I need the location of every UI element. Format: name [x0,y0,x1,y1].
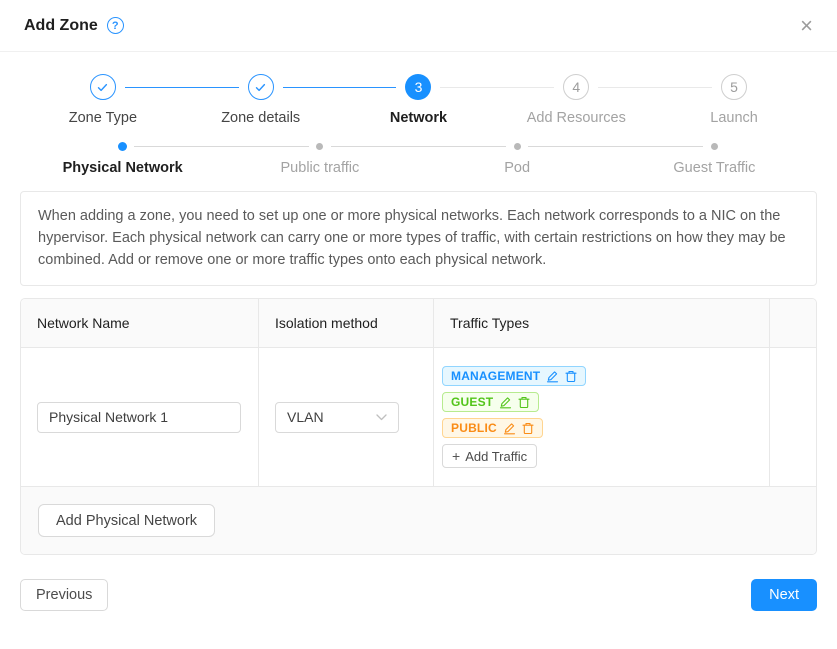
network-substeps: Physical Network Public traffic Pod Gues… [24,142,813,176]
isolation-method-select[interactable]: VLAN [275,402,399,433]
cell-actions-empty [770,348,816,486]
table-row: VLAN MANAGEMENT [21,348,816,486]
step-check-icon [248,74,274,100]
delete-icon[interactable] [518,396,530,409]
traffic-tag-management: MANAGEMENT [442,366,586,386]
traffic-type-list: MANAGEMENT GUEST [442,366,586,468]
substep-dot [711,143,718,150]
delete-icon[interactable] [522,422,534,435]
traffic-tag-label: MANAGEMENT [451,369,540,383]
substep-label: Public traffic [281,160,360,176]
traffic-tag-label: PUBLIC [451,421,497,435]
next-button[interactable]: Next [751,579,817,611]
close-icon[interactable]: × [800,15,813,37]
physical-networks-table: Network Name Isolation method Traffic Ty… [20,298,817,555]
traffic-tag-guest: GUEST [442,392,539,412]
delete-icon[interactable] [565,370,577,383]
step-label: Add Resources [527,110,626,126]
step-network[interactable]: 3 Network [340,74,498,126]
substep-physical-network: Physical Network [24,142,221,176]
plus-icon: + [452,449,460,463]
substep-pod: Pod [419,142,616,176]
edit-icon[interactable] [499,396,512,409]
substep-dot [514,143,521,150]
step-add-resources[interactable]: 4 Add Resources [497,74,655,126]
info-box: When adding a zone, you need to set up o… [20,191,817,286]
column-header-network-name: Network Name [21,299,259,347]
column-header-traffic-types: Traffic Types [434,299,770,347]
dialog-actions: Previous Next [20,579,817,611]
cell-isolation-method: VLAN [259,348,434,486]
add-traffic-button[interactable]: + Add Traffic [442,444,537,468]
chevron-down-icon [376,414,387,421]
cell-traffic-types: MANAGEMENT GUEST [434,348,770,486]
dialog-header: Add Zone ? × [0,0,837,52]
add-physical-network-button[interactable]: Add Physical Network [38,504,215,537]
edit-icon[interactable] [503,422,516,435]
traffic-tag-public: PUBLIC [442,418,543,438]
step-number: 3 [405,74,431,100]
substep-guest-traffic: Guest Traffic [616,142,813,176]
substep-label: Physical Network [63,160,183,176]
substep-dot [316,143,323,150]
step-number: 4 [563,74,589,100]
add-zone-dialog: Add Zone ? × Zone Type Zone details 3 Ne… [0,0,837,649]
substep-label: Pod [504,160,530,176]
step-label: Launch [710,110,758,126]
help-icon[interactable]: ? [107,17,124,34]
table-header-row: Network Name Isolation method Traffic Ty… [21,299,816,348]
substep-label: Guest Traffic [673,160,755,176]
step-label: Zone details [221,110,300,126]
isolation-method-value: VLAN [287,409,324,425]
substep-public-traffic: Public traffic [221,142,418,176]
network-name-input[interactable] [37,402,241,433]
traffic-tag-label: GUEST [451,395,493,409]
step-check-icon [90,74,116,100]
column-header-isolation-method: Isolation method [259,299,434,347]
step-launch[interactable]: 5 Launch [655,74,813,126]
substep-dot [118,142,127,151]
step-zone-type[interactable]: Zone Type [24,74,182,126]
step-label: Network [390,110,447,126]
column-header-empty [770,299,816,347]
step-label: Zone Type [69,110,137,126]
step-number: 5 [721,74,747,100]
dialog-title: Add Zone [24,17,98,35]
previous-button[interactable]: Previous [20,579,108,611]
add-traffic-label: Add Traffic [465,449,527,464]
table-footer: Add Physical Network [21,486,816,554]
edit-icon[interactable] [546,370,559,383]
wizard-steps: Zone Type Zone details 3 Network 4 Add R… [24,74,813,126]
cell-network-name [21,348,259,486]
step-zone-details[interactable]: Zone details [182,74,340,126]
